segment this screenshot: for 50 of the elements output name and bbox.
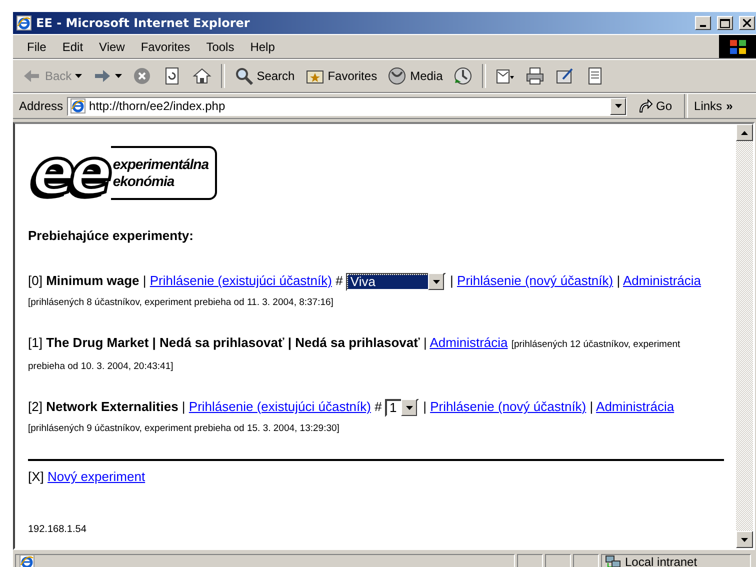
link[interactable]: Prihlásenie (existujúci účastník) bbox=[150, 273, 332, 288]
logo-text: experimentálna ekonómia bbox=[110, 146, 217, 200]
logo-mark: ee bbox=[32, 142, 111, 204]
link[interactable]: Administrácia bbox=[623, 273, 702, 288]
experiment-info: [prihlásených 8 účastníkov, experiment prebieha od 11. 3. 2004, 8:37:16] bbox=[28, 297, 334, 308]
dropdown[interactable]: Viva bbox=[346, 272, 446, 291]
experiment-name: Minimum wage bbox=[46, 273, 140, 288]
menu-item[interactable]: File bbox=[21, 38, 52, 56]
section-heading: Prebiehajúce experimenty: bbox=[28, 228, 194, 243]
link[interactable]: Nový experiment bbox=[48, 469, 146, 484]
address-field[interactable]: http://thorn/ee2/index.php bbox=[67, 96, 628, 116]
link[interactable]: Prihlásenie (nový účastník) bbox=[430, 399, 586, 414]
experiment-info: prebieha od 10. 3. 2004, 20:43:41] bbox=[28, 361, 174, 372]
separator-text: # bbox=[374, 399, 383, 414]
dropdown[interactable]: 1 bbox=[385, 398, 420, 417]
experiment-info: [prihlásených 9 účastníkov, experiment prebieha od 15. 3. 2004, 13:29:30] bbox=[28, 423, 340, 434]
menu-item[interactable]: Tools bbox=[200, 38, 240, 56]
link[interactable]: Administrácia bbox=[596, 399, 674, 414]
separator-text: | bbox=[142, 273, 148, 288]
experiment-name: Network Externalities bbox=[46, 399, 178, 414]
menu-item[interactable]: View bbox=[93, 38, 131, 56]
chevron-text[interactable]: » bbox=[726, 99, 733, 113]
links-label[interactable]: Links bbox=[694, 99, 722, 113]
separator-text: | bbox=[616, 273, 622, 288]
menu-item[interactable]: Edit bbox=[56, 38, 90, 56]
window-title: EE - Microsoft Internet Explorer bbox=[36, 16, 251, 30]
experiment-name: The Drug Market | Nedá sa prihlasovať | Nedá sa prihlasovať bbox=[46, 335, 420, 350]
separator-text: [2] bbox=[28, 399, 44, 414]
separator-text: | bbox=[588, 399, 594, 414]
separator-text: | bbox=[422, 335, 428, 350]
separator-text: | bbox=[449, 273, 454, 288]
menu-item[interactable]: Favorites bbox=[134, 38, 196, 56]
separator-text: [1] bbox=[28, 335, 44, 350]
menu-item[interactable]: Help bbox=[244, 38, 281, 56]
separator-text: # bbox=[334, 273, 344, 288]
separator-text: | bbox=[422, 399, 428, 414]
link[interactable]: Prihlásenie (existujúci účastník) bbox=[188, 399, 371, 414]
ip-address: 192.168.1.54 bbox=[28, 524, 88, 535]
favorites-button[interactable]: Favorites bbox=[302, 64, 380, 88]
separator-text: | bbox=[180, 399, 186, 414]
address-label: Address bbox=[19, 99, 64, 113]
prefix-text: [X] bbox=[28, 469, 45, 484]
go-button[interactable]: Go bbox=[631, 98, 678, 114]
zone-panel: Local intranet bbox=[601, 554, 751, 567]
search-button[interactable]: Search bbox=[230, 64, 298, 88]
experiment-info: [prihlásených 12 účastníkov, experiment bbox=[511, 339, 680, 350]
link[interactable]: Administrácia bbox=[430, 335, 508, 350]
media-button[interactable]: Media bbox=[384, 64, 446, 88]
link[interactable]: Prihlásenie (nový účastník) bbox=[457, 273, 614, 288]
separator-text: [0] bbox=[28, 273, 44, 288]
